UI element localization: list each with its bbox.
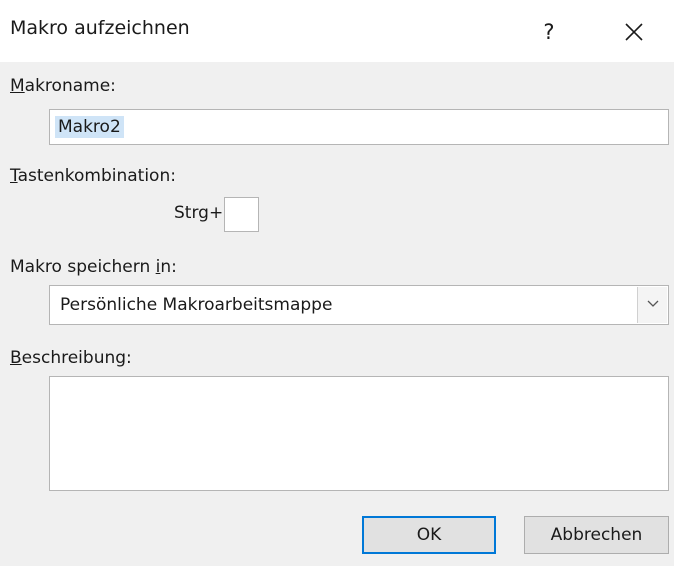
title-bar: Makro aufzeichnen ? — [0, 0, 674, 62]
macro-name-label-text: akroname: — [24, 76, 116, 96]
dialog-title: Makro aufzeichnen — [10, 17, 190, 39]
shortcut-label: Tastenkombination: — [10, 166, 176, 186]
macro-name-label: Makroname: — [10, 76, 116, 96]
macro-name-value: Makro2 — [55, 116, 124, 138]
close-button[interactable] — [612, 12, 656, 52]
description-textarea[interactable] — [49, 376, 669, 491]
help-button[interactable]: ? — [529, 12, 569, 52]
macro-name-input[interactable]: Makro2 — [49, 109, 669, 145]
ctrl-prefix-label: Strg+ — [174, 203, 224, 223]
store-in-selected-value: Persönliche Makroarbeitsmappe — [60, 295, 333, 315]
description-label-text: eschreibung: — [21, 348, 132, 368]
macro-name-label-mnemonic: M — [10, 76, 25, 96]
description-label-mnemonic: B — [10, 348, 22, 368]
cancel-button[interactable]: Abbrechen — [524, 516, 669, 554]
description-label: Beschreibung: — [10, 348, 132, 368]
dropdown-arrow-button[interactable] — [637, 287, 667, 323]
ok-button[interactable]: OK — [362, 516, 496, 554]
shortcut-key-input[interactable] — [224, 197, 259, 232]
shortcut-label-text: astenkombination: — [17, 166, 176, 186]
chevron-down-icon — [647, 300, 658, 307]
store-in-label-start: Makro speichern — [10, 257, 156, 277]
store-in-label-end: n: — [160, 257, 177, 277]
store-in-dropdown[interactable]: Persönliche Makroarbeitsmappe — [49, 285, 669, 325]
store-in-label: Makro speichern in: — [10, 257, 177, 277]
record-macro-dialog: Makro aufzeichnen ? Makroname: Makro2 Ta… — [0, 0, 674, 566]
shortcut-label-mnemonic: T — [10, 166, 18, 186]
close-icon — [625, 23, 643, 41]
